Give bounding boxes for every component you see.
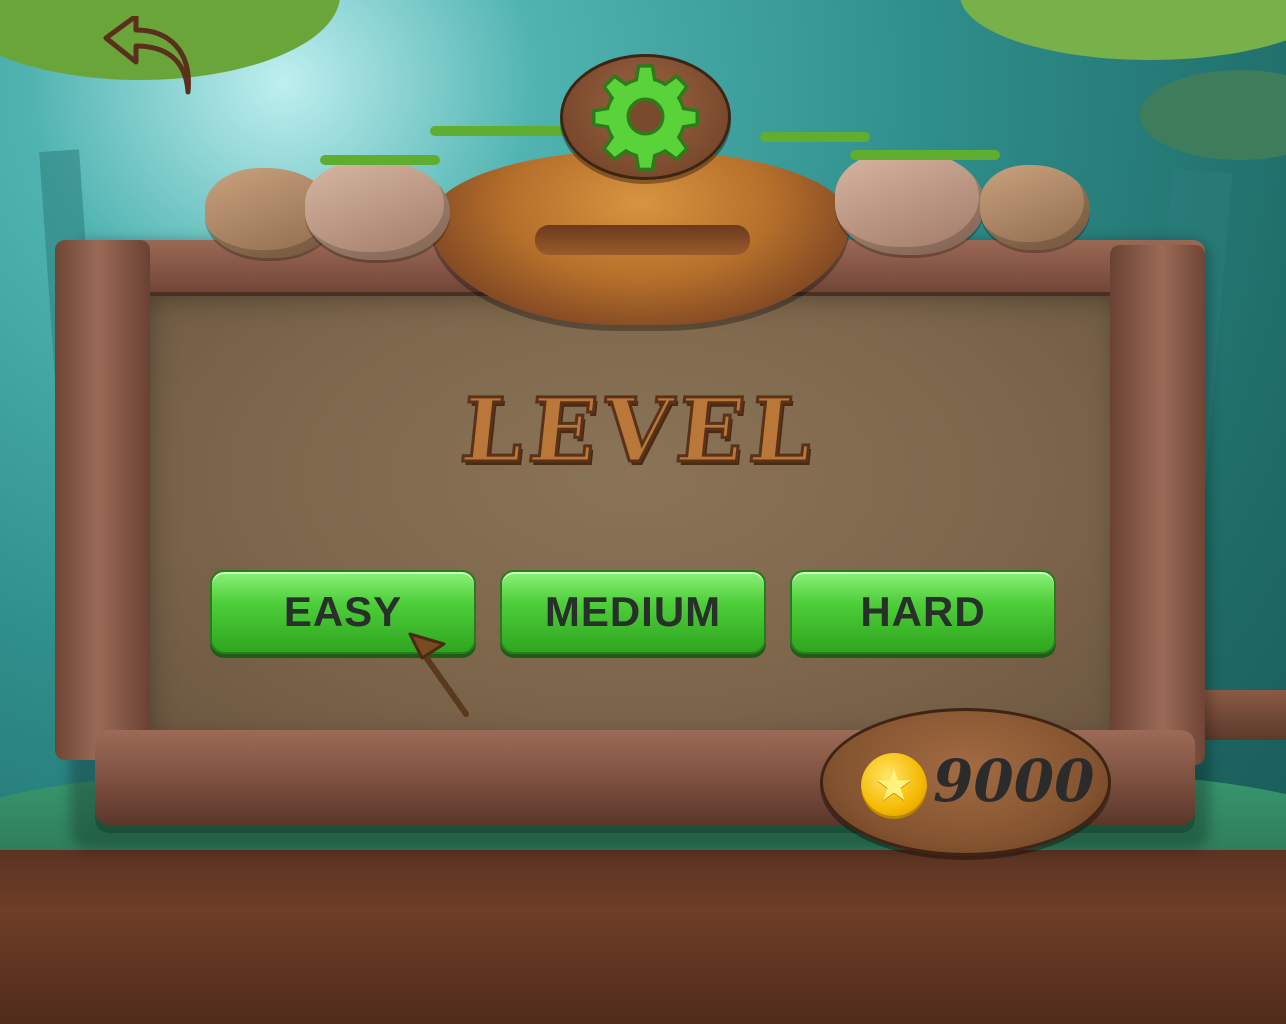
star-coin-icon: ★ <box>861 753 927 819</box>
board-panel <box>142 292 1125 750</box>
level-board: LEVEL EASY MEDIUM HARD ★ 9000 <box>0 0 1286 1024</box>
rock <box>835 150 985 255</box>
arrow-cursor-icon <box>408 632 469 717</box>
rock <box>305 160 450 260</box>
coin-count: 9000 <box>933 747 1095 815</box>
hard-button[interactable]: HARD <box>790 570 1056 654</box>
coin-counter: ★ 9000 <box>820 708 1111 856</box>
page-title: LEVEL <box>455 377 825 484</box>
settings-button[interactable] <box>560 54 731 180</box>
rock <box>980 165 1090 250</box>
moss <box>320 155 440 165</box>
moss <box>760 132 870 142</box>
moss <box>850 150 1000 160</box>
gear-icon <box>592 64 699 172</box>
frame-left-post <box>55 240 150 760</box>
frame-right-post <box>1110 245 1205 765</box>
medium-button[interactable]: MEDIUM <box>500 570 766 654</box>
